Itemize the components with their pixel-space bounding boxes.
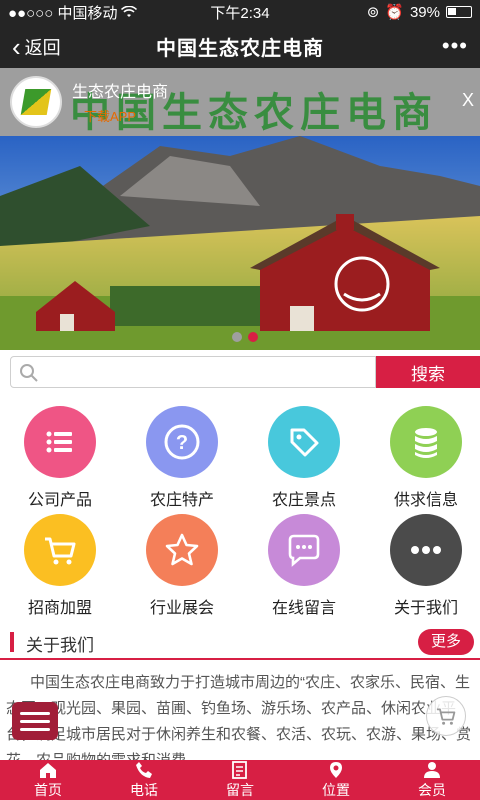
farm-landscape-image (0, 136, 480, 350)
grid-label: 在线留言 (271, 600, 336, 617)
nav-label: 位置 (322, 781, 350, 798)
list-icon (46, 431, 72, 453)
download-app-link[interactable]: 下载APP (84, 106, 136, 125)
category-icon-circle (390, 406, 462, 478)
grid-label: 农庄景点 (271, 492, 336, 509)
grid-item-farm-specialties[interactable]: ? 农庄特产 (122, 406, 242, 510)
menu-line (20, 711, 50, 715)
category-icon-circle (268, 514, 340, 586)
about-section-header: 关于我们 更多 (0, 624, 480, 660)
nav-label: 首页 (34, 781, 62, 798)
location-icon (330, 761, 342, 778)
svg-text:?: ? (176, 432, 188, 454)
alarm-icon: ⏰ (385, 4, 404, 21)
back-button[interactable]: ‹ 返回 (12, 34, 61, 60)
nav-item-member[interactable]: 会员 (384, 760, 480, 800)
status-right: ⊚ ⏰ 39% (302, 3, 472, 21)
search-field (10, 356, 376, 388)
chevron-left-icon: ‹ (12, 32, 21, 62)
page-title: 中国生态农庄电商 (156, 37, 324, 60)
search-bar: 搜索 (10, 356, 480, 388)
about-description: 中国生态农庄电商致力于打造城市周边的“农庄、农家乐、民宿、生态园、观光园、果园、… (6, 674, 472, 760)
nav-item-home[interactable]: 首页 (0, 760, 96, 800)
carrier-group: ●●○○○ 中国移动 (8, 2, 178, 23)
nav-item-phone[interactable]: 电话 (96, 760, 192, 800)
status-time: 下午2:34 (210, 4, 270, 22)
menu-line (20, 727, 50, 731)
cart-icon (437, 708, 456, 725)
more-options-button[interactable]: ••• (442, 33, 468, 59)
back-label: 返回 (24, 38, 61, 58)
category-icon-circle (268, 406, 340, 478)
grid-label: 农庄特产 (149, 492, 214, 509)
battery-percent: 39% (409, 3, 440, 21)
carousel-dot-active[interactable] (248, 332, 258, 342)
hero-carousel[interactable] (0, 136, 480, 350)
section-title: 关于我们 (26, 636, 94, 655)
message-icon (232, 760, 247, 779)
menu-line (20, 719, 50, 723)
battery-icon (446, 6, 472, 18)
grid-label: 供求信息 (393, 492, 458, 509)
user-icon (424, 761, 440, 778)
grid-label: 行业展会 (149, 600, 214, 617)
search-input[interactable] (11, 357, 375, 387)
carousel-dot[interactable] (232, 332, 242, 342)
question-icon: ? (164, 424, 200, 460)
grid-item-exhibitions[interactable]: 行业展会 (122, 514, 242, 618)
grid-label: 关于我们 (393, 600, 458, 617)
database-icon (415, 428, 437, 458)
app-logo (10, 76, 62, 128)
logo-mark-icon (20, 89, 52, 115)
more-icon (411, 546, 441, 554)
grid-label: 招商加盟 (27, 600, 92, 617)
chat-icon (288, 534, 320, 567)
grid-item-franchise[interactable]: 招商加盟 (0, 514, 120, 618)
rotation-lock-icon: ⊚ (366, 4, 380, 21)
floating-menu-button[interactable] (12, 702, 58, 740)
category-icon-circle (390, 514, 462, 586)
category-icon-circle: ? (146, 406, 218, 478)
carrier-text: ●●○○○ 中国移动 (8, 4, 118, 22)
carousel-indicators (232, 332, 258, 342)
wifi-icon (121, 6, 138, 17)
phone-icon (136, 761, 152, 778)
grid-item-online-message[interactable]: 在线留言 (244, 514, 364, 618)
grid-item-company-products[interactable]: 公司产品 (0, 406, 120, 510)
nav-item-location[interactable]: 位置 (288, 760, 384, 800)
category-icon-circle (24, 406, 96, 478)
floating-cart-button[interactable] (426, 696, 466, 736)
section-accent-bar (10, 632, 14, 652)
grid-label: 公司产品 (27, 492, 92, 509)
nav-label: 会员 (418, 781, 446, 798)
grid-item-supply-demand[interactable]: 供求信息 (366, 406, 480, 510)
star-icon (165, 533, 199, 566)
search-button[interactable]: 搜索 (376, 356, 480, 388)
category-icon-circle (146, 514, 218, 586)
home-icon (40, 762, 56, 778)
grid-item-about-us[interactable]: 关于我们 (366, 514, 480, 618)
navigation-bar: ‹ 返回 中国生态农庄电商 ••• (0, 24, 480, 68)
category-icon-circle (24, 514, 96, 586)
close-banner-button[interactable]: X (462, 90, 474, 111)
status-bar: ●●○○○ 中国移动 下午2:34 ⊚ ⏰ 39% (0, 0, 480, 24)
cart-icon (45, 537, 76, 565)
bottom-navigation: 首页 电话 留言 位置 会员 (0, 760, 480, 800)
nav-label: 电话 (130, 781, 158, 798)
nav-item-message[interactable]: 留言 (192, 760, 288, 800)
nav-label: 留言 (226, 781, 254, 798)
tag-icon (290, 428, 319, 457)
app-name: 生态农庄电商 (72, 84, 169, 101)
app-download-banner[interactable]: 中国生态农庄电商 生态农庄电商 下载APP X (0, 68, 480, 136)
more-button[interactable]: 更多 (418, 629, 474, 655)
search-icon (20, 364, 38, 382)
grid-item-farm-attractions[interactable]: 农庄景点 (244, 406, 364, 510)
